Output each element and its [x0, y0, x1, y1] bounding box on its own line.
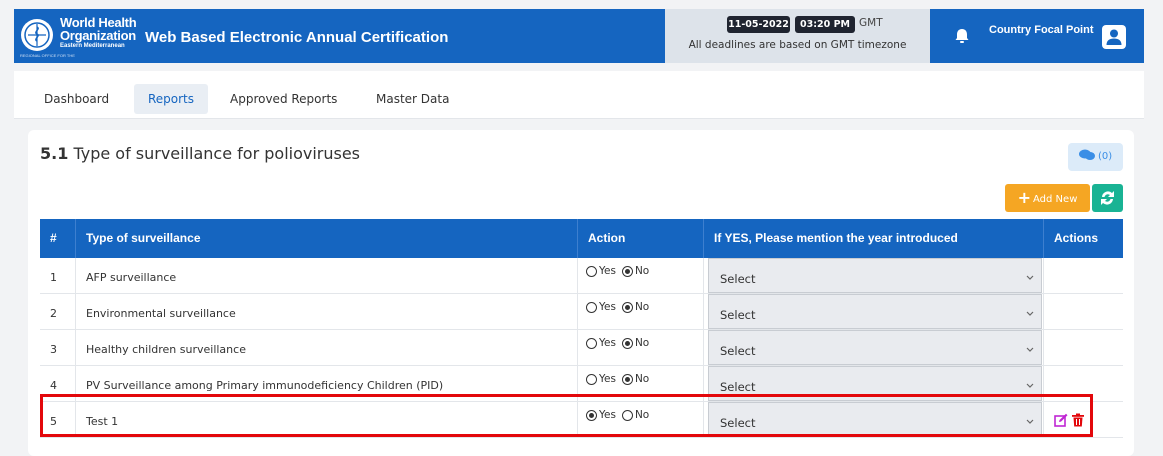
- col-header-type: Type of surveillance: [76, 219, 578, 258]
- row-number: 5: [50, 415, 57, 428]
- yes-no-radio-group: Yes No: [586, 373, 655, 385]
- comments-icon: [1078, 149, 1095, 160]
- section-number: 5.1: [40, 144, 69, 163]
- comments-button[interactable]: (0): [1068, 143, 1123, 171]
- row-number: 2: [50, 307, 57, 320]
- refresh-icon: [1101, 191, 1114, 205]
- surveillance-type: PV Surveillance among Primary immunodefi…: [86, 379, 444, 392]
- radio-yes[interactable]: [586, 265, 597, 277]
- row-actions: [1044, 294, 1123, 330]
- yes-no-radio-group: Yes No: [586, 337, 655, 349]
- org-small-text: REGIONAL OFFICE FOR THE: [20, 53, 75, 58]
- nav-reports[interactable]: Reports: [134, 84, 208, 114]
- user-panel: Country Focal Point: [930, 9, 1144, 63]
- yes-no-radio-group: Yes No: [586, 301, 655, 313]
- year-select[interactable]: Select: [708, 330, 1042, 365]
- year-select[interactable]: Select: [708, 294, 1042, 329]
- delete-icon[interactable]: [1071, 413, 1085, 427]
- app-title: Web Based Electronic Annual Certificatio…: [145, 29, 449, 46]
- table-row: 2 Environmental surveillance Yes No Sele…: [40, 294, 1123, 330]
- radio-yes[interactable]: [586, 301, 597, 313]
- chevron-down-icon: [1026, 275, 1034, 280]
- section-title-text: Type of surveillance for polioviruses: [73, 144, 361, 163]
- nav-dashboard[interactable]: Dashboard: [44, 84, 109, 114]
- radio-yes[interactable]: [586, 409, 597, 421]
- col-header-num: #: [40, 219, 76, 258]
- chevron-down-icon: [1026, 383, 1034, 388]
- row-number: 3: [50, 343, 57, 356]
- nav-approved-reports[interactable]: Approved Reports: [230, 84, 337, 114]
- table-header: # Type of surveillance Action If YES, Pl…: [40, 219, 1123, 258]
- surveillance-type: Healthy children surveillance: [86, 343, 246, 356]
- table-row: 3 Healthy children surveillance Yes No S…: [40, 330, 1123, 366]
- radio-no[interactable]: [621, 409, 633, 421]
- time-badge: 03:20 PM: [795, 16, 855, 33]
- user-avatar-button[interactable]: [1102, 25, 1126, 49]
- row-actions: [1044, 402, 1123, 438]
- org-region: Eastern Mediterranean: [60, 43, 125, 49]
- row-actions: [1044, 366, 1123, 402]
- row-number: 4: [50, 379, 57, 392]
- nav-master-data[interactable]: Master Data: [376, 84, 449, 114]
- user-icon: [1106, 29, 1122, 45]
- col-header-action: Action: [578, 219, 704, 258]
- radio-no[interactable]: [621, 301, 633, 313]
- year-select[interactable]: Select: [708, 402, 1042, 437]
- radio-no[interactable]: [621, 265, 633, 277]
- app-header: World Health Organization Eastern Medite…: [0, 0, 1163, 71]
- refresh-button[interactable]: [1092, 184, 1123, 212]
- row-actions: [1044, 258, 1123, 294]
- comments-count: (0): [1098, 151, 1113, 162]
- date-badge: 11-05-2022: [727, 16, 790, 33]
- chevron-down-icon: [1026, 419, 1034, 424]
- who-logo-icon: [21, 19, 53, 51]
- radio-no[interactable]: [621, 337, 633, 349]
- deadline-note: All deadlines are based on GMT timezone: [688, 39, 907, 51]
- org-name-line2: Organization: [60, 28, 136, 43]
- surveillance-type: Environmental surveillance: [86, 307, 236, 320]
- year-select[interactable]: Select: [708, 258, 1042, 293]
- chevron-down-icon: [1026, 347, 1034, 352]
- main-nav: Dashboard Reports Approved Reports Maste…: [14, 71, 1144, 119]
- year-select[interactable]: Select: [708, 366, 1042, 401]
- section-title: 5.1 Type of surveillance for polioviruse…: [40, 144, 360, 163]
- add-new-button[interactable]: + Add New: [1005, 184, 1090, 212]
- chevron-down-icon: [1026, 311, 1034, 316]
- row-number: 1: [50, 271, 57, 284]
- yes-no-radio-group: Yes No: [586, 265, 655, 277]
- radio-yes[interactable]: [586, 337, 597, 349]
- plus-icon: +: [1017, 188, 1032, 207]
- surveillance-type: Test 1: [86, 415, 119, 428]
- radio-no[interactable]: [621, 373, 633, 385]
- surveillance-type: AFP surveillance: [86, 271, 177, 284]
- header-brand-bar: World Health Organization Eastern Medite…: [14, 9, 665, 63]
- yes-no-radio-group: Yes No: [586, 409, 655, 421]
- table-row: 4 PV Surveillance among Primary immunode…: [40, 366, 1123, 402]
- row-actions: [1044, 330, 1123, 366]
- table-row: 5 Test 1 Yes No Select: [40, 402, 1123, 438]
- table-row: 1 AFP surveillance Yes No Select: [40, 258, 1123, 294]
- edit-icon[interactable]: [1054, 413, 1068, 427]
- bell-icon[interactable]: [952, 26, 972, 46]
- timezone-label: GMT: [859, 17, 883, 29]
- user-role: Country Focal Point: [989, 24, 1094, 36]
- col-header-year: If YES, Please mention the year introduc…: [704, 219, 1044, 258]
- report-panel: 5.1 Type of surveillance for polioviruse…: [28, 130, 1134, 456]
- add-new-label: Add New: [1033, 194, 1078, 205]
- col-header-actions: Actions: [1054, 231, 1099, 245]
- radio-yes[interactable]: [586, 373, 597, 385]
- datetime-panel: 11-05-2022 03:20 PM GMT All deadlines ar…: [665, 9, 930, 63]
